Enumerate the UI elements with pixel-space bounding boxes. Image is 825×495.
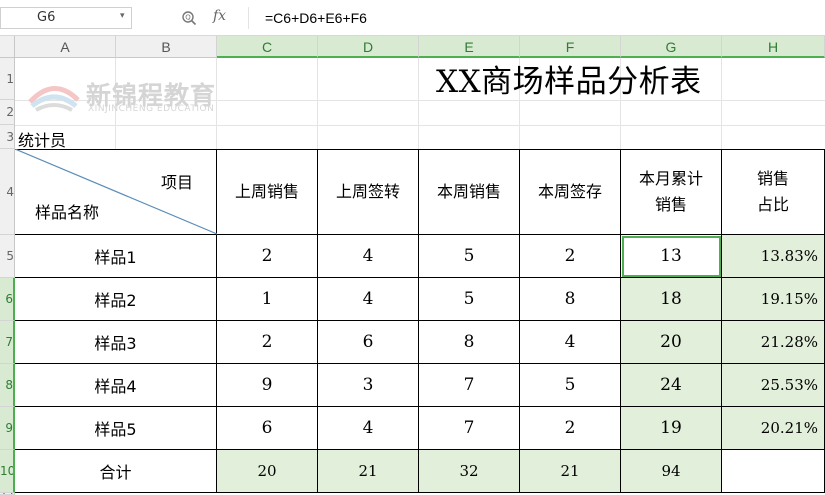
table-cell-c[interactable]: 2 — [217, 235, 318, 278]
table-cell-c[interactable]: 2 — [217, 321, 318, 364]
column-header-g[interactable]: G — [621, 36, 722, 58]
row-header-1[interactable]: 1 — [0, 58, 15, 100]
row-header-3[interactable]: 3 — [0, 125, 15, 149]
total-cell-g[interactable]: 94 — [621, 450, 722, 493]
table-cell-h[interactable]: 13.83% — [722, 235, 825, 278]
table-cell-d[interactable]: 4 — [318, 407, 419, 450]
gridline — [216, 58, 217, 149]
table-cell-f[interactable]: 2 — [520, 407, 621, 450]
diagonal-header-cell[interactable]: 项目样品名称 — [15, 149, 217, 235]
table-cell-e[interactable]: 8 — [419, 321, 520, 364]
table-header-this-week-sales[interactable]: 本周销售 — [419, 149, 520, 235]
fx-icon[interactable]: fx — [213, 8, 226, 24]
table-cell-h[interactable]: 20.21% — [722, 407, 825, 450]
column-header-e[interactable]: E — [419, 36, 520, 58]
sheet-title[interactable]: XX商场样品分析表 — [300, 60, 820, 104]
table-cell-d[interactable]: 4 — [318, 235, 419, 278]
column-header-f[interactable]: F — [520, 36, 621, 58]
gridline — [15, 125, 825, 126]
total-cell-c[interactable]: 20 — [217, 450, 318, 493]
active-cell-g6[interactable]: 13 — [621, 235, 722, 278]
diagonal-header-top: 项目 — [161, 173, 194, 192]
table-cell-c[interactable]: 9 — [217, 364, 318, 407]
table-cell-f[interactable]: 8 — [520, 278, 621, 321]
table-header-last-week-sales[interactable]: 上周销售 — [217, 149, 318, 235]
total-cell-e[interactable]: 32 — [419, 450, 520, 493]
table-cell-g[interactable]: 18 — [621, 278, 722, 321]
total-cell-h[interactable] — [722, 450, 825, 493]
row-header-8[interactable]: 8 — [0, 364, 15, 407]
total-label[interactable]: 合计 — [15, 450, 217, 493]
watermark-logo-subtext: XINJINCHENG EDUCATION — [88, 104, 215, 114]
table-cell-c[interactable]: 1 — [217, 278, 318, 321]
table-cell-h[interactable]: 19.15% — [722, 278, 825, 321]
row-header-4[interactable]: 4 — [0, 149, 15, 235]
svg-text:Q: Q — [185, 14, 191, 22]
column-header-h[interactable]: H — [722, 36, 825, 58]
table-cell-f[interactable]: 4 — [520, 321, 621, 364]
row-header-10[interactable]: 10 — [0, 450, 15, 493]
table-header-month-total-sales[interactable]: 本月累计 销售 — [621, 149, 722, 235]
row-header-2[interactable]: 2 — [0, 100, 15, 125]
table-cell-e[interactable]: 5 — [419, 278, 520, 321]
table-cell-e[interactable]: 7 — [419, 407, 520, 450]
chevron-down-icon[interactable]: ▾ — [120, 11, 125, 21]
table-row-name[interactable]: 样品4 — [15, 364, 217, 407]
table-cell-e[interactable]: 5 — [419, 235, 520, 278]
stat-label[interactable]: 统计员 — [18, 127, 66, 151]
table-cell-f[interactable]: 5 — [520, 364, 621, 407]
data-table: 项目 样品名称 上周销售 上周签转 本周销售 本周签存 本月累计 销售 销售 占比 样品1 2 4 5… — [15, 149, 825, 493]
table-cell-g[interactable]: 20 — [621, 321, 722, 364]
table-cell-f[interactable]: 2 — [520, 235, 621, 278]
table-header-sales-share[interactable]: 销售 占比 — [722, 149, 825, 235]
row-header-5[interactable]: 5 — [0, 235, 15, 278]
column-header-b[interactable]: B — [116, 36, 217, 58]
column-header-a[interactable]: A — [15, 36, 116, 58]
logo-icon — [28, 86, 80, 112]
name-box[interactable]: G6 — [0, 7, 132, 29]
row-header-9[interactable]: 9 — [0, 407, 15, 450]
table-row-name[interactable]: 样品1 — [15, 235, 217, 278]
table-cell-e[interactable]: 7 — [419, 364, 520, 407]
diagonal-header-bottom: 样品名称 — [35, 203, 100, 222]
row-header-7[interactable]: 7 — [0, 321, 15, 364]
table-cell-c[interactable]: 6 — [217, 407, 318, 450]
column-header-c[interactable]: C — [217, 36, 318, 58]
table-header-last-week-transfer[interactable]: 上周签转 — [318, 149, 419, 235]
table-row-name[interactable]: 样品5 — [15, 407, 217, 450]
table-cell-d[interactable]: 6 — [318, 321, 419, 364]
table-cell-h[interactable]: 21.28% — [722, 321, 825, 364]
row-header-6[interactable]: 6 — [0, 278, 15, 321]
column-header-d[interactable]: D — [318, 36, 419, 58]
table-header-this-week-stock[interactable]: 本周签存 — [520, 149, 621, 235]
table-row-name[interactable]: 样品3 — [15, 321, 217, 364]
total-cell-d[interactable]: 21 — [318, 450, 419, 493]
formula-input[interactable]: =C6+D6+E6+F6 — [248, 7, 818, 29]
table-cell-d[interactable]: 3 — [318, 364, 419, 407]
table-cell-g[interactable]: 19 — [621, 407, 722, 450]
total-cell-f[interactable]: 21 — [520, 450, 621, 493]
table-row-name[interactable]: 样品2 — [15, 278, 217, 321]
table-cell-g[interactable]: 24 — [621, 364, 722, 407]
zoom-icon[interactable]: Q — [180, 9, 198, 27]
table-cell-h[interactable]: 25.53% — [722, 364, 825, 407]
table-cell-d[interactable]: 4 — [318, 278, 419, 321]
select-all-corner[interactable] — [0, 36, 15, 58]
